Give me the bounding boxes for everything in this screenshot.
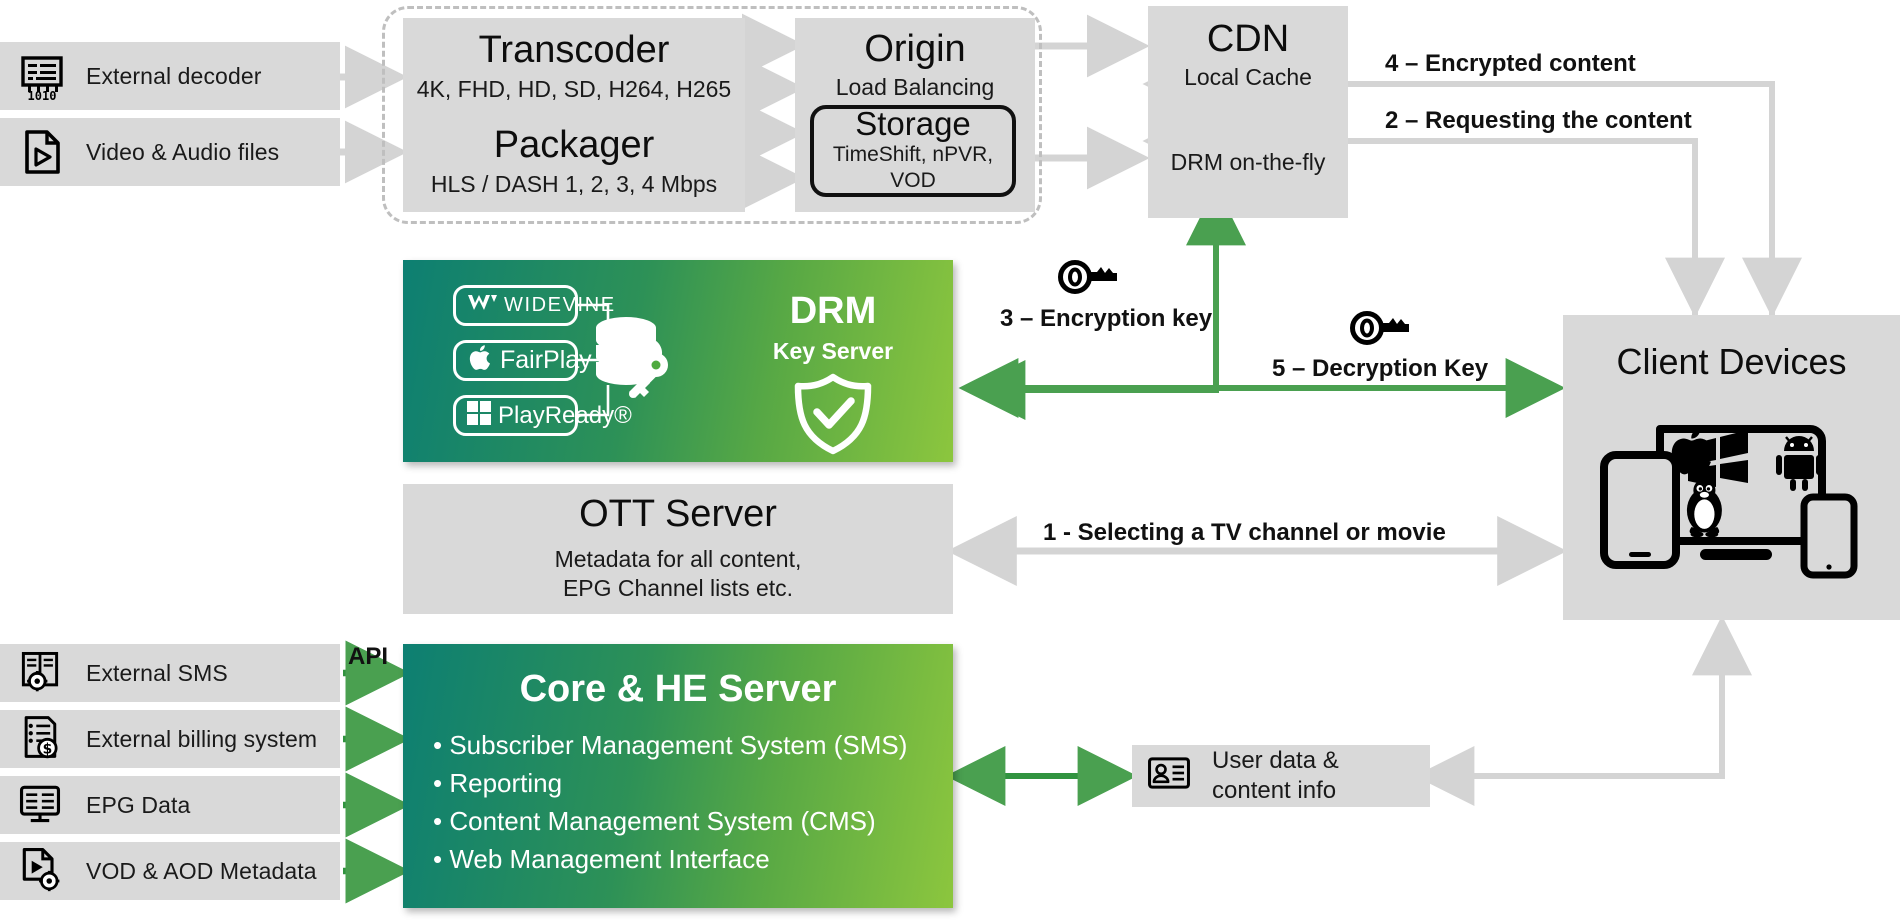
source-label: External decoder bbox=[86, 62, 262, 89]
storage-box[interactable]: Storage TimeShift, nPVR, VOD bbox=[810, 105, 1016, 197]
video-file-gear-icon bbox=[16, 845, 68, 897]
flow-label-5: 5 – Decryption Key bbox=[1272, 355, 1489, 382]
packager-title: Packager bbox=[493, 124, 655, 166]
drm-chip-playready[interactable]: PlayReady® bbox=[453, 395, 632, 436]
core-item-1: • Reporting bbox=[433, 768, 563, 798]
source-box-video-audio-files[interactable]: Video & Audio files bbox=[0, 118, 340, 186]
storage-title: Storage bbox=[855, 105, 971, 143]
user-data-box[interactable]: User data & content info bbox=[1132, 745, 1430, 807]
core-he-server-panel[interactable]: Core & HE Server • Subscriber Management… bbox=[403, 644, 953, 908]
cdn-subtitle: Local Cache bbox=[1184, 63, 1312, 90]
flow-label-4: 4 – Encrypted content bbox=[1385, 50, 1636, 77]
storage-subtitle-line1: TimeShift, nPVR, bbox=[832, 143, 994, 167]
source-box-external-decoder[interactable]: 1010 External decoder bbox=[0, 42, 340, 110]
client-devices-illustration bbox=[1582, 397, 1882, 602]
flow-label-2: 2 – Requesting the content bbox=[1385, 107, 1692, 134]
api-label: API bbox=[348, 643, 389, 670]
invoice-dollar-icon: $ bbox=[16, 713, 68, 765]
origin-title: Origin bbox=[864, 28, 966, 70]
source-box-vod-aod-metadata[interactable]: VOD & AOD Metadata bbox=[0, 842, 340, 900]
source-label: VOD & AOD Metadata bbox=[86, 857, 317, 884]
cdn-box[interactable]: CDN Local Cache DRM on-the-fly bbox=[1148, 6, 1348, 218]
ott-server-box[interactable]: OTT Server Metadata for all content, EPG… bbox=[403, 484, 953, 614]
drm-chip-label: WIDEVINE bbox=[504, 294, 616, 316]
key-icon-decryption bbox=[1350, 305, 1412, 356]
core-item-0: • Subscriber Management System (SMS) bbox=[433, 730, 908, 760]
transcoder-title: Transcoder bbox=[478, 29, 670, 72]
drm-chip-fairplay[interactable]: FairPlay bbox=[453, 340, 592, 381]
epg-monitor-icon bbox=[16, 779, 68, 831]
user-data-line2: content info bbox=[1212, 777, 1337, 804]
core-item-3: • Web Management Interface bbox=[433, 844, 770, 874]
ott-title: OTT Server bbox=[579, 493, 777, 536]
drm-key-server-panel[interactable]: DRM Key Server WIDEVINE FairPlay PlayRea… bbox=[403, 260, 953, 462]
origin-subtitle: Load Balancing bbox=[835, 73, 995, 100]
cdn-title: CDN bbox=[1206, 18, 1290, 60]
flow-label-3: 3 – Encryption key bbox=[1000, 305, 1213, 332]
storage-subtitle-line2: VOD bbox=[890, 169, 936, 193]
source-box-epg-data[interactable]: EPG Data bbox=[0, 776, 340, 834]
id-card-icon bbox=[1146, 750, 1198, 802]
widevine-logo-icon bbox=[466, 292, 500, 319]
book-gear-icon bbox=[16, 647, 68, 699]
packager-subtitle: HLS / DASH 1, 2, 3, 4 Mbps bbox=[430, 170, 718, 197]
transcoder-subtitle: 4K, FHD, HD, SD, H264, H265 bbox=[416, 76, 732, 103]
client-devices-title: Client Devices bbox=[1616, 341, 1847, 382]
cdn-footer: DRM on-the-fly bbox=[1170, 149, 1326, 175]
ott-subtitle-line2: EPG Channel lists etc. bbox=[562, 574, 794, 601]
source-box-external-sms[interactable]: External SMS bbox=[0, 644, 340, 702]
video-file-icon bbox=[16, 126, 68, 178]
key-icon-encryption bbox=[1058, 254, 1120, 305]
user-data-line1: User data & bbox=[1212, 747, 1339, 774]
ott-subtitle-line1: Metadata for all content, bbox=[554, 546, 802, 573]
drm-chip-label: FairPlay bbox=[500, 346, 592, 374]
binary-decoder-icon: 1010 bbox=[16, 50, 68, 103]
source-label: External billing system bbox=[86, 725, 318, 752]
flow-label-1: 1 - Selecting a TV channel or movie bbox=[1043, 519, 1446, 546]
svg-text:1010: 1010 bbox=[28, 89, 57, 102]
drm-chip-widevine[interactable]: WIDEVINE bbox=[453, 285, 614, 326]
transcoder-packager-box[interactable]: Transcoder 4K, FHD, HD, SD, H264, H265 P… bbox=[403, 18, 745, 212]
microsoft-squares-icon bbox=[466, 400, 492, 431]
drm-chip-label: PlayReady® bbox=[498, 401, 632, 429]
source-box-external-billing[interactable]: $ External billing system bbox=[0, 710, 340, 768]
svg-text:$: $ bbox=[43, 742, 53, 758]
client-devices-box[interactable]: Client Devices bbox=[1563, 315, 1900, 620]
core-item-2: • Content Management System (CMS) bbox=[433, 806, 876, 836]
arrow-user-data-to-client-devices bbox=[1414, 615, 1752, 806]
source-label: Video & Audio files bbox=[86, 138, 280, 165]
core-title: Core & HE Server bbox=[519, 668, 837, 710]
apple-logo-icon bbox=[468, 344, 494, 377]
source-label: EPG Data bbox=[86, 791, 191, 818]
diagram-canvas: 1010 External decoder Video & Audio file… bbox=[0, 0, 1900, 920]
source-label: External SMS bbox=[86, 659, 228, 686]
